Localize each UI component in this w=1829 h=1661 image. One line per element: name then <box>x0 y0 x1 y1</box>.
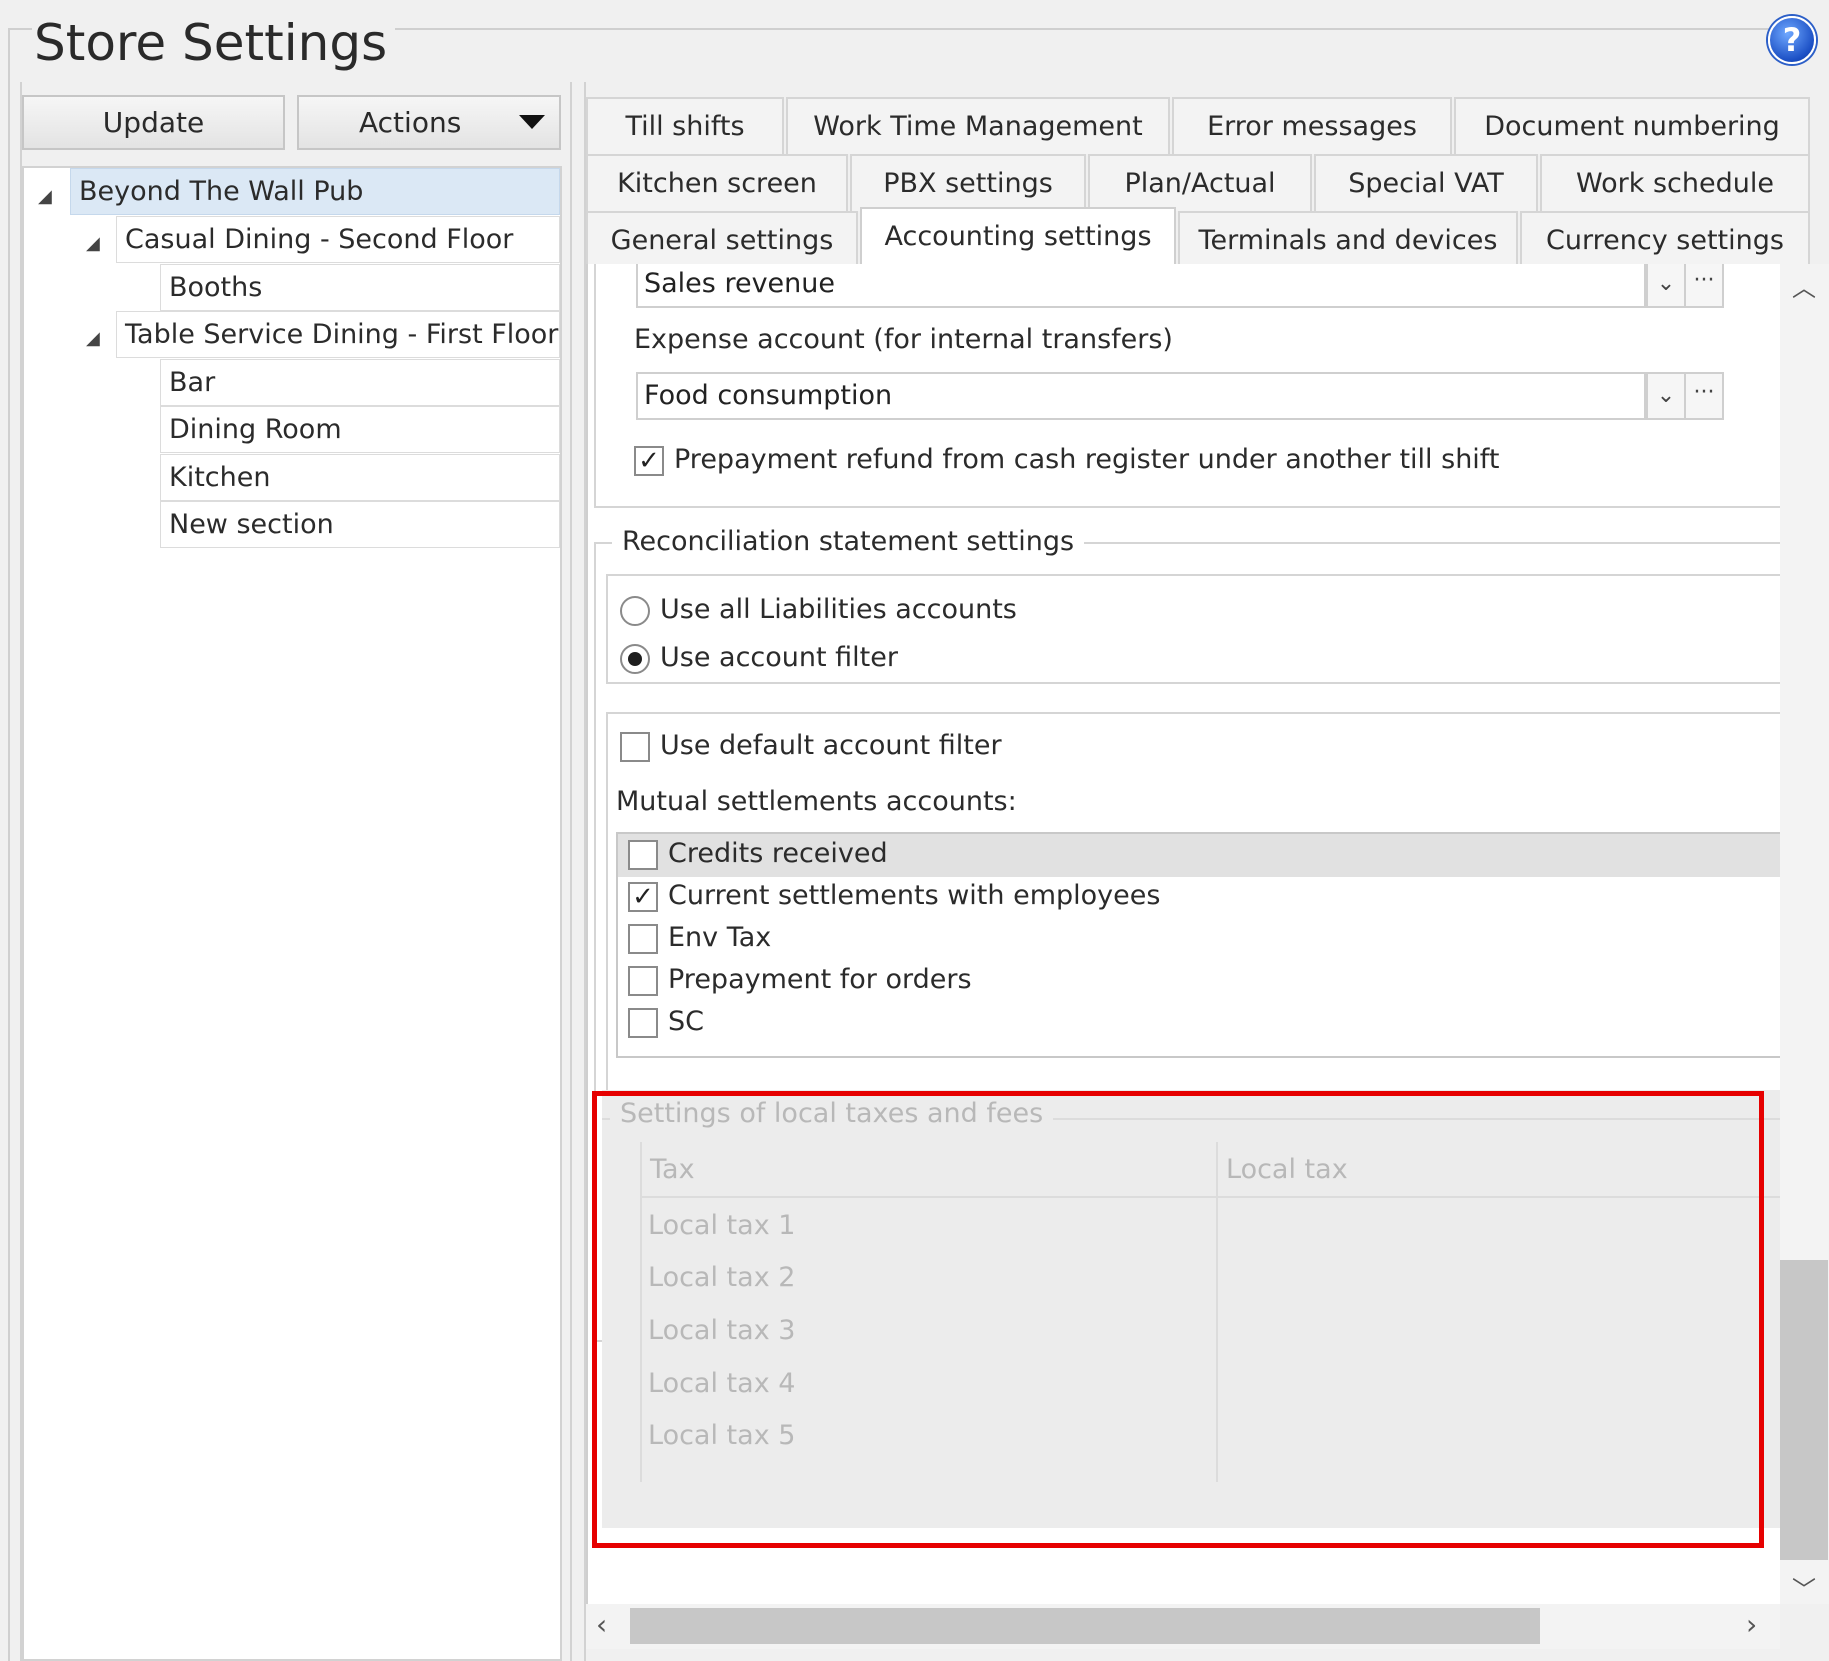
tree-node-section[interactable]: Dining Room <box>160 406 560 453</box>
check-icon: ✓ <box>632 882 654 912</box>
list-item[interactable]: ✓ Current settlements with employees <box>618 876 1780 919</box>
tree-node-section[interactable]: New section <box>160 501 560 548</box>
prepayment-refund-label: Prepayment refund from cash register und… <box>674 444 1500 475</box>
tab-currency-settings[interactable]: Currency settings <box>1520 211 1810 268</box>
tab-general-settings[interactable]: General settings <box>586 211 858 268</box>
tree-node-section[interactable]: Bar <box>160 359 560 406</box>
ellipsis-icon[interactable]: ··· <box>1684 372 1724 420</box>
actions-label: Actions <box>359 106 462 139</box>
expense-account-label: Expense account (for internal transfers) <box>634 324 1173 355</box>
use-all-liabilities-radio[interactable] <box>620 596 650 626</box>
ellipsis-icon[interactable]: ··· <box>1684 264 1724 308</box>
mutual-settlements-label: Mutual settlements accounts: <box>616 786 1017 817</box>
scroll-left-icon[interactable]: ‹ <box>596 1608 607 1641</box>
page-title: Store Settings <box>32 8 396 78</box>
tab-pbx-settings[interactable]: PBX settings <box>850 154 1086 211</box>
expense-account-combo[interactable]: Food consumption <box>636 372 1646 420</box>
actions-button[interactable]: Actions <box>297 95 561 150</box>
reconciliation-legend: Reconciliation statement settings <box>612 526 1085 557</box>
scroll-thumb[interactable] <box>1780 1260 1828 1560</box>
account-checkbox[interactable]: ✓ <box>628 882 658 912</box>
mutual-accounts-list[interactable]: Credits received ✓ Current settlements w… <box>616 832 1780 1058</box>
list-item[interactable]: Prepayment for orders <box>618 960 1780 1003</box>
tree-node-section[interactable]: Booths <box>160 264 560 311</box>
default-filter-label: Use default account filter <box>660 730 1002 761</box>
default-filter-checkbox[interactable] <box>620 732 650 762</box>
collapse-icon[interactable]: ◢ <box>38 186 52 207</box>
use-account-filter-radio[interactable] <box>620 644 650 674</box>
account-checkbox[interactable] <box>628 966 658 996</box>
scroll-down-icon[interactable]: ﹀ <box>1792 1570 1816 1605</box>
collapse-icon[interactable]: ◢ <box>86 233 100 254</box>
chevron-down-icon[interactable]: ⌄ <box>1646 372 1686 420</box>
dropdown-arrow-icon <box>519 115 545 129</box>
use-all-liabilities-label: Use all Liabilities accounts <box>660 594 1017 625</box>
prepayment-refund-checkbox[interactable]: ✓ <box>634 446 664 476</box>
use-account-filter-label: Use account filter <box>660 642 898 673</box>
tree-node-group[interactable]: Casual Dining - Second Floor <box>116 216 560 263</box>
account-checkbox[interactable] <box>628 840 658 870</box>
chevron-down-icon[interactable]: ⌄ <box>1646 264 1686 308</box>
tab-accounting-settings[interactable]: Accounting settings <box>860 207 1176 267</box>
scroll-right-icon[interactable]: › <box>1746 1608 1757 1641</box>
tab-work-time-management[interactable]: Work Time Management <box>786 97 1170 154</box>
collapse-icon[interactable]: ◢ <box>86 328 100 349</box>
sales-revenue-combo[interactable]: Sales revenue <box>636 264 1646 308</box>
tab-plan-actual[interactable]: Plan/Actual <box>1088 154 1312 211</box>
tree-node-root[interactable]: Beyond The Wall Pub <box>70 168 560 215</box>
tab-work-schedule[interactable]: Work schedule <box>1540 154 1810 211</box>
check-icon: ✓ <box>638 446 660 476</box>
tab-kitchen-screen[interactable]: Kitchen screen <box>586 154 848 211</box>
scroll-up-icon[interactable]: ︿ <box>1792 268 1816 303</box>
tab-document-numbering[interactable]: Document numbering <box>1454 97 1810 154</box>
update-button[interactable]: Update <box>22 95 285 150</box>
help-icon[interactable]: ? <box>1768 16 1816 64</box>
list-item[interactable]: SC <box>618 1002 1780 1045</box>
tab-till-shifts[interactable]: Till shifts <box>586 97 784 154</box>
list-item[interactable]: Env Tax <box>618 918 1780 961</box>
store-tree: ◢ Beyond The Wall Pub ◢ Casual Dining - … <box>22 166 562 1661</box>
list-item[interactable]: Credits received <box>618 834 1780 877</box>
account-checkbox[interactable] <box>628 924 658 954</box>
tab-terminals-and-devices[interactable]: Terminals and devices <box>1178 211 1518 268</box>
vertical-scrollbar[interactable]: ︿ ﹀ <box>1780 264 1829 1604</box>
tree-node-group[interactable]: Table Service Dining - First Floor <box>116 311 560 358</box>
horizontal-scrollbar[interactable]: ‹ › <box>586 1604 1780 1649</box>
tab-error-messages[interactable]: Error messages <box>1172 97 1452 154</box>
tab-special-vat[interactable]: Special VAT <box>1314 154 1538 211</box>
scroll-thumb[interactable] <box>630 1608 1540 1644</box>
highlight-box <box>592 1091 1764 1548</box>
account-checkbox[interactable] <box>628 1008 658 1038</box>
tree-node-section[interactable]: Kitchen <box>160 454 560 501</box>
